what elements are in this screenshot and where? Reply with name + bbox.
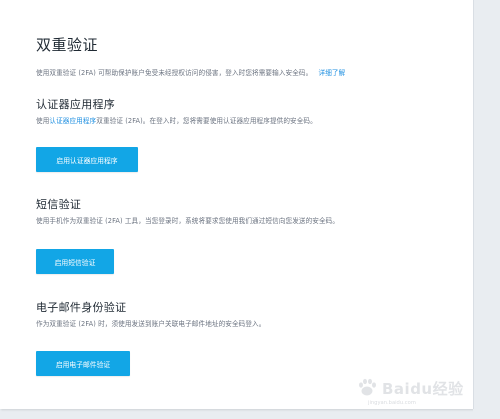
section-desc-authenticator: 使用认证器应用程序双重验证 (2FA)。在登入时，您将需要使用认证器应用程序提供…	[36, 115, 317, 125]
intro-description: 使用双重验证 (2FA) 可帮助保护账户免受未经授权访问的侵害，登入时您将需要输…	[36, 69, 313, 77]
desc-prefix: 使用	[36, 117, 50, 125]
enable-email-button[interactable]: 启用电子邮件验证	[36, 351, 130, 376]
section-title-authenticator: 认证器应用程序	[36, 98, 116, 111]
enable-authenticator-button[interactable]: 启用认证器应用程序	[36, 147, 138, 172]
section-title-sms: 短信验证	[36, 198, 82, 211]
watermark-text: Baidu经验	[382, 379, 464, 398]
page-title: 双重验证	[36, 36, 99, 54]
authenticator-app-link[interactable]: 认证器应用程序	[49, 117, 96, 125]
intro-text: 使用双重验证 (2FA) 可帮助保护账户免受未经授权访问的侵害，登入时您将需要输…	[36, 67, 345, 77]
section-desc-email: 作为双重验证 (2FA) 时，须使用发送到账户关联电子邮件地址的安全码登入。	[36, 320, 266, 328]
enable-sms-button[interactable]: 启用短信验证	[36, 249, 114, 274]
watermark-url: jingyan.baidu.com	[368, 400, 416, 406]
learn-more-link[interactable]: 详细了解	[319, 69, 346, 77]
section-desc-sms: 使用手机作为双重验证 (2FA) 工具，当您登录时，系统将要求您使用我们通过短信…	[36, 217, 340, 225]
section-title-email: 电子邮件身份验证	[36, 301, 127, 314]
paw-icon	[359, 378, 376, 396]
panel-border	[473, 0, 474, 409]
window-edge	[473, 0, 500, 419]
desc-suffix: 双重验证 (2FA)。在登入时，您将需要使用认证器应用程序提供的安全码。	[96, 117, 317, 125]
